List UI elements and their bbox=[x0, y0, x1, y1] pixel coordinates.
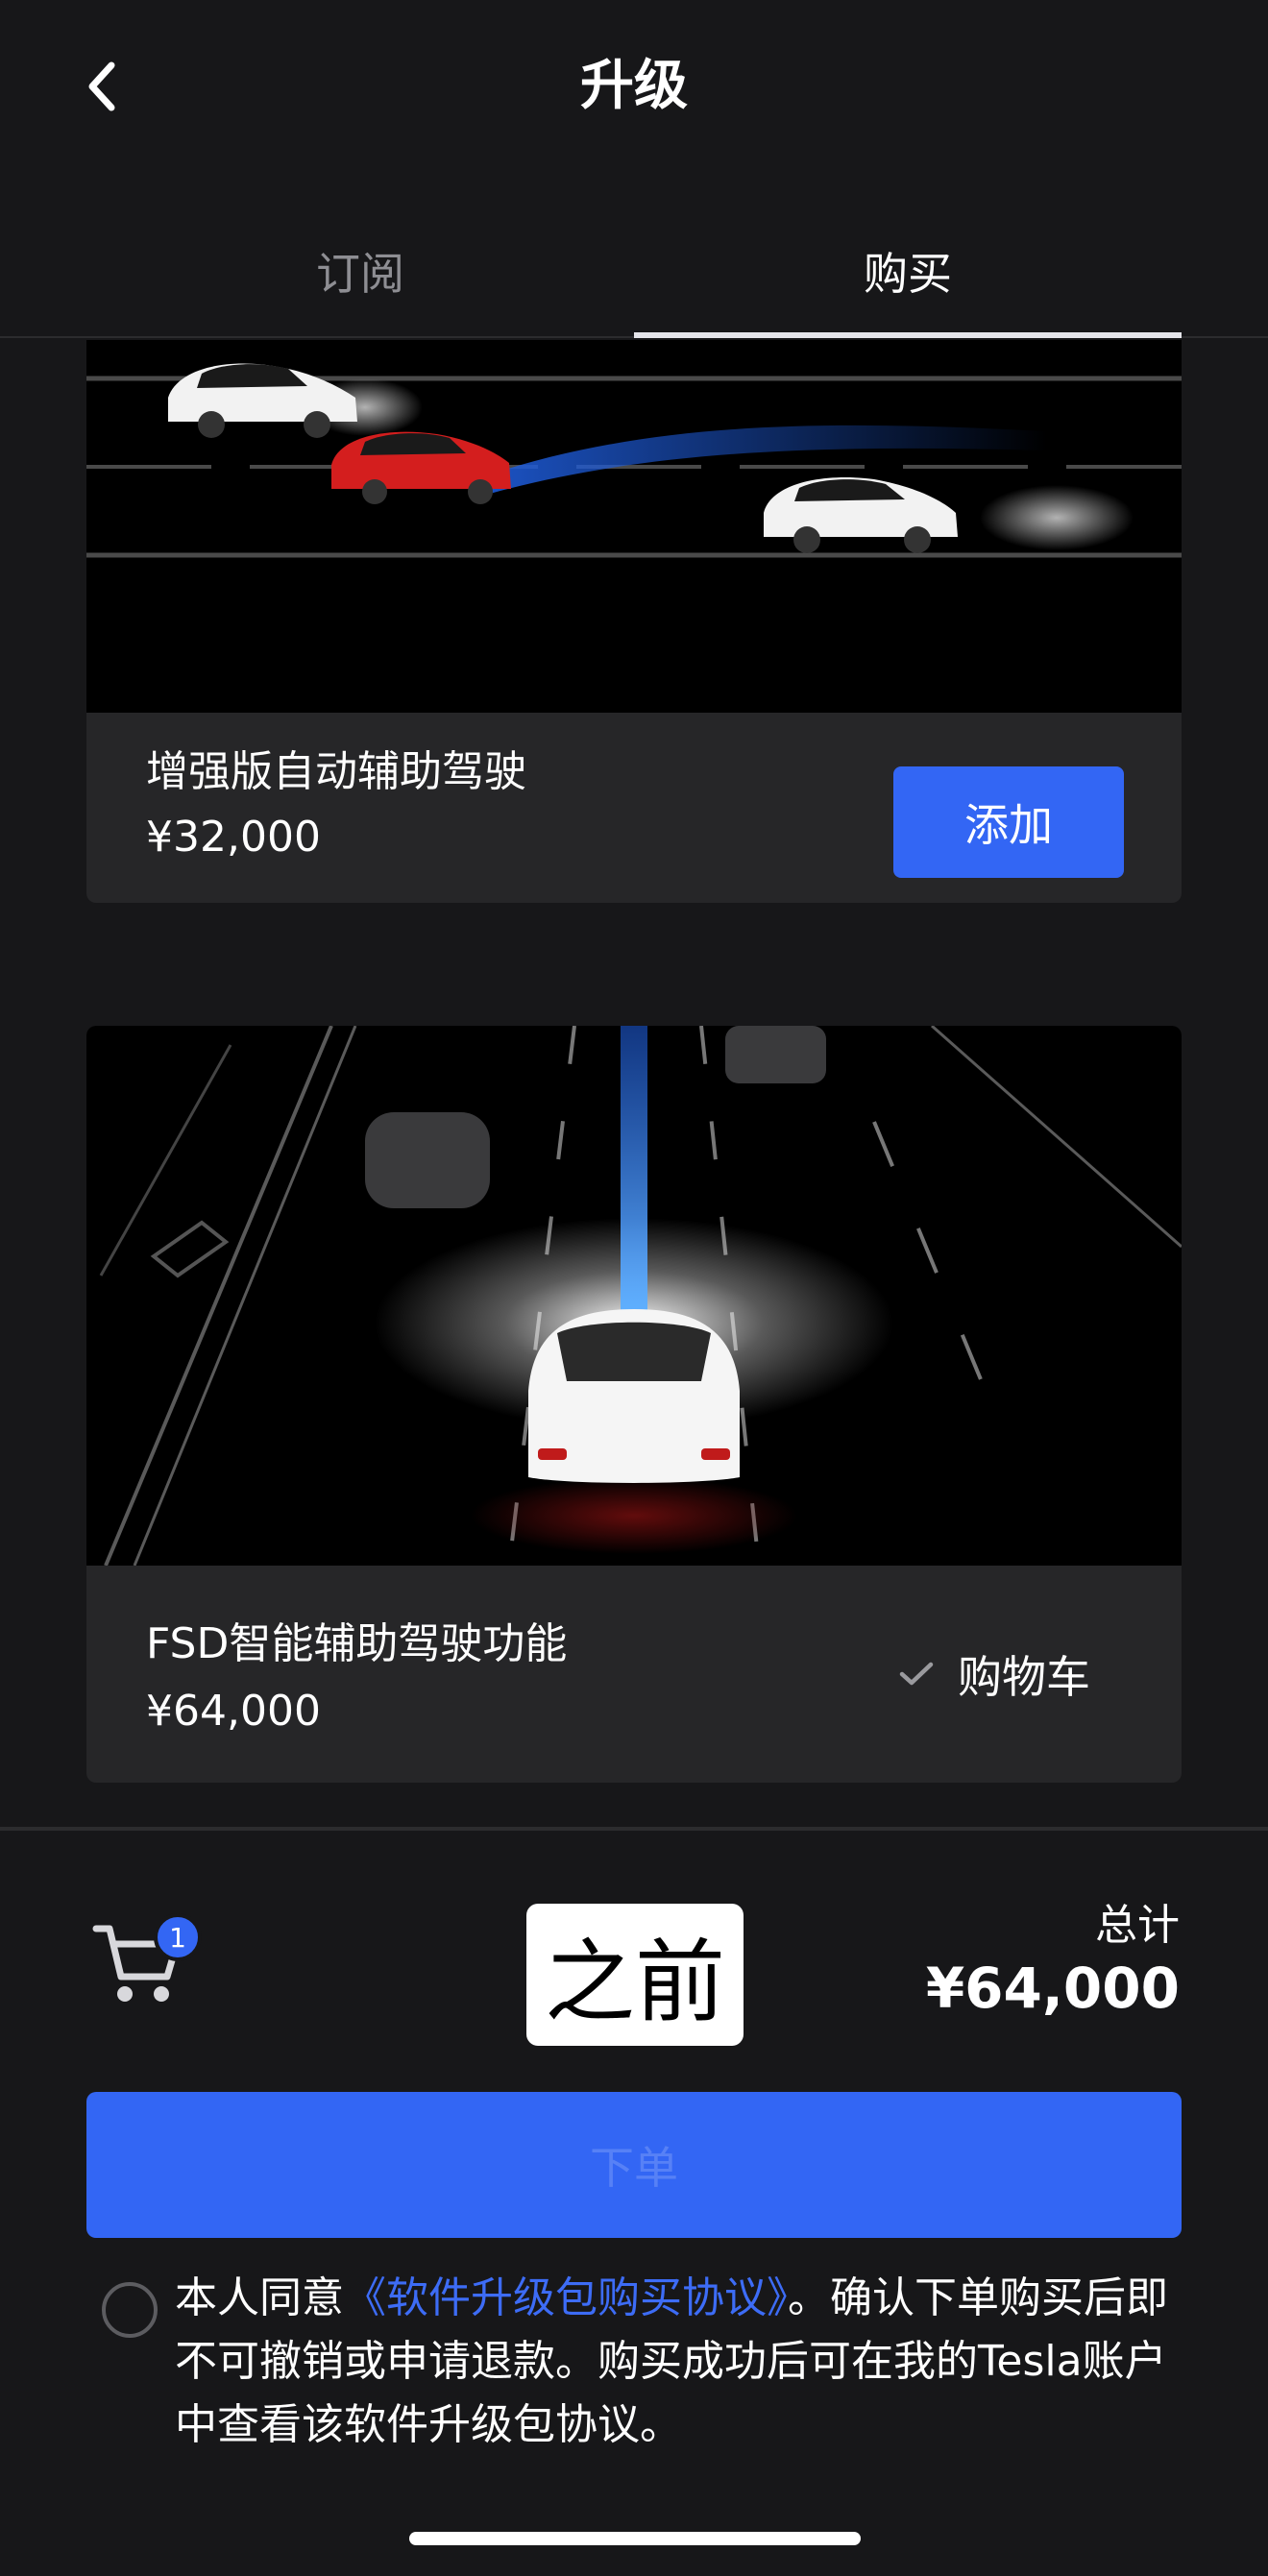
enhanced-autopilot-image bbox=[86, 340, 1182, 713]
checkout-button[interactable]: 下单 bbox=[86, 2092, 1182, 2238]
product-name: 增强版自动辅助驾驶 bbox=[146, 747, 526, 796]
tab-bar: 订阅 购买 bbox=[0, 204, 1268, 338]
tab-subscribe[interactable]: 订阅 bbox=[86, 204, 634, 338]
add-to-cart-button[interactable]: 添加 bbox=[893, 766, 1124, 878]
product-price: ¥32,000 bbox=[146, 813, 321, 862]
total-value: ¥64,000 bbox=[925, 1956, 1180, 2021]
home-indicator bbox=[409, 2532, 861, 2545]
fsd-illustration bbox=[99, 1026, 1182, 1567]
before-watermark: 之前 bbox=[526, 1904, 744, 2046]
agreement-radio[interactable] bbox=[102, 2282, 158, 2338]
checkmark-icon bbox=[898, 1661, 935, 1688]
product-price: ¥64,000 bbox=[146, 1687, 321, 1736]
tab-purchase[interactable]: 购买 bbox=[634, 204, 1182, 338]
product-card-enhanced-autopilot: 增强版自动辅助驾驶 ¥32,000 添加 bbox=[86, 340, 1182, 903]
agreement-prefix: 本人同意 bbox=[175, 2273, 344, 2322]
cart-button[interactable]: 1 bbox=[92, 1913, 217, 2009]
page-title: 升级 bbox=[580, 55, 688, 117]
fsd-image bbox=[86, 1026, 1182, 1567]
product-card-fsd: FSD智能辅助驾驶功能 ¥64,000 购物车 bbox=[86, 1026, 1182, 1783]
footer-divider bbox=[0, 1827, 1268, 1831]
app-header: 升级 bbox=[0, 0, 1268, 192]
active-tab-indicator bbox=[634, 332, 1182, 338]
agreement-text: 本人同意《软件升级包购买协议》。确认下单购买后即不可撤销或申请退款。购买成功后可… bbox=[175, 2267, 1174, 2457]
in-cart-button[interactable]: 购物车 bbox=[898, 1640, 1090, 1708]
agreement-link[interactable]: 《软件升级包购买协议》 bbox=[344, 2273, 788, 2322]
total-label: 总计 bbox=[1095, 1901, 1180, 1950]
in-cart-label: 购物车 bbox=[958, 1651, 1090, 1703]
lane-change-illustration bbox=[86, 363, 1182, 558]
product-list[interactable]: 增强版自动辅助驾驶 ¥32,000 添加 FSD智能辅助驾驶功能 ¥64,000… bbox=[0, 340, 1268, 1829]
cart-count-badge: 1 bbox=[154, 1913, 202, 1961]
product-name: FSD智能辅助驾驶功能 bbox=[146, 1619, 568, 1668]
